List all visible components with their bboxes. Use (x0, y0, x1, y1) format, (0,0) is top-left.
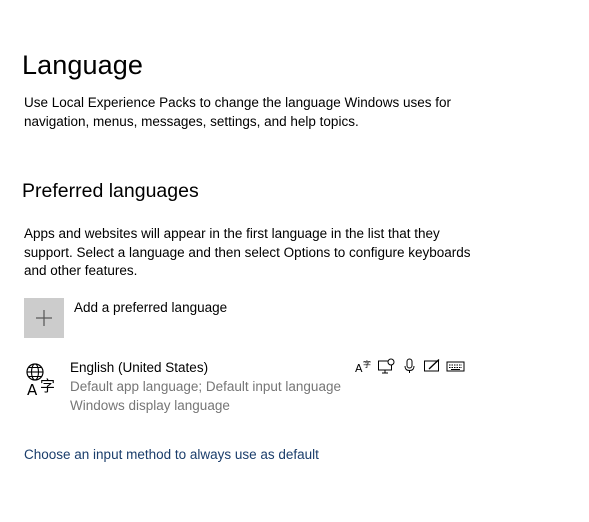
section-title-preferred-languages: Preferred languages (22, 180, 199, 202)
page-title: Language (22, 50, 143, 80)
svg-text:字: 字 (40, 377, 55, 395)
choose-input-method-link[interactable]: Choose an input method to always use as … (24, 447, 319, 462)
svg-text:A: A (355, 362, 363, 374)
language-feature-icons: A 字 (354, 358, 465, 374)
speech-recognition-icon (404, 358, 415, 373)
language-settings-page: Language Use Local Experience Packs to c… (0, 0, 589, 522)
page-description: Use Local Experience Packs to change the… (24, 95, 451, 129)
add-preferred-language-button[interactable]: Add a preferred language (24, 298, 227, 338)
language-name: English (United States) (70, 360, 209, 375)
preferred-languages-description: Apps and websites will appear in the fir… (24, 226, 471, 278)
svg-text:A: A (27, 381, 38, 396)
display-language-icon (378, 358, 395, 374)
text-to-speech-icon: A 字 (355, 359, 371, 374)
keyboard-icon (446, 361, 465, 372)
language-detail-defaults: Default app language; Default input lang… (70, 379, 341, 394)
add-preferred-language-label: Add a preferred language (74, 300, 228, 315)
plus-icon (36, 310, 52, 326)
add-tile (24, 298, 64, 338)
language-icon: A 字 (26, 363, 55, 396)
language-detail-display: Windows display language (70, 398, 230, 413)
svg-text:字: 字 (363, 359, 371, 369)
handwriting-icon (424, 359, 440, 372)
language-item-english-us[interactable]: A 字 English (United States) Default app … (24, 358, 465, 418)
